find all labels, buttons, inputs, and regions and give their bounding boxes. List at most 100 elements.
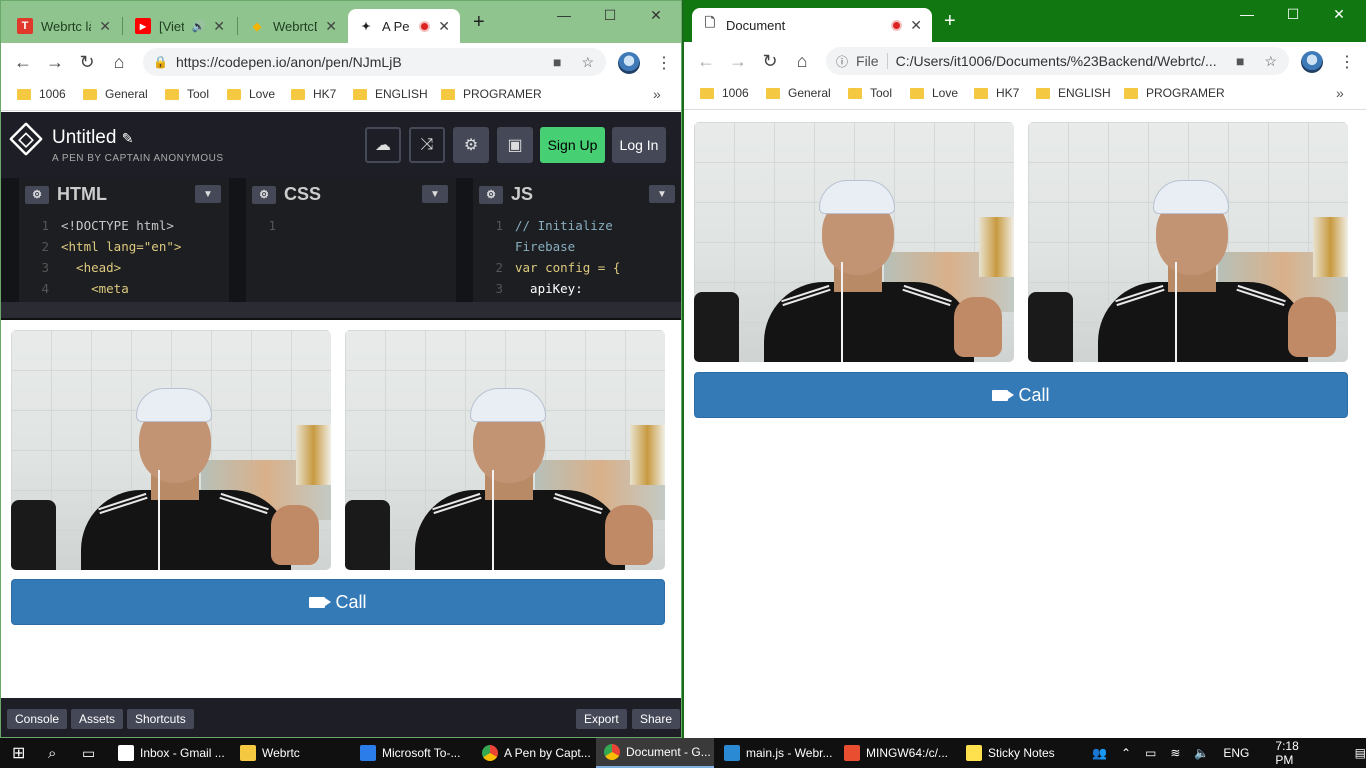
maximize-icon[interactable]: ☐ xyxy=(1270,6,1316,23)
search-button[interactable]: ⌕ xyxy=(40,738,74,768)
bookmark-folder[interactable]: 1006 xyxy=(700,86,749,100)
bookmark-folder[interactable]: PROGRAMER xyxy=(1124,86,1225,100)
bookmark-folder[interactable]: PROGRAMER xyxy=(441,87,542,101)
tab-codepen[interactable]: ✦ A Pe ✕ xyxy=(348,9,460,43)
taskbar-item-todo[interactable]: Microsoft To-... xyxy=(352,738,472,768)
camera-icon[interactable]: ■ xyxy=(553,54,561,70)
fork-button[interactable]: ⤨ xyxy=(409,127,445,163)
export-button[interactable]: Export xyxy=(576,709,627,729)
sign-up-button[interactable]: Sign Up xyxy=(540,127,605,163)
star-icon[interactable]: ☆ xyxy=(581,54,594,71)
taskbar-item-webrtc[interactable]: Webrtc xyxy=(232,738,350,768)
js-editor[interactable]: ⚙ JS ▼ 1// Initialize Firebase 2 var config… xyxy=(473,178,681,302)
share-button[interactable]: Share xyxy=(632,709,681,729)
css-editor[interactable]: ⚙ CSS ▼ 1 xyxy=(246,178,456,302)
close-tab-icon[interactable]: ✕ xyxy=(438,18,450,35)
close-tab-icon[interactable]: ✕ xyxy=(325,18,337,35)
menu-icon[interactable]: ⋮ xyxy=(656,53,672,73)
forward-icon[interactable]: → xyxy=(39,52,71,73)
chevron-down-icon[interactable]: ▼ xyxy=(649,185,675,203)
bookmark-folder[interactable]: General xyxy=(83,87,148,101)
bookmark-folder[interactable]: General xyxy=(766,86,831,100)
profile-avatar[interactable] xyxy=(1301,51,1323,73)
bookmark-folder[interactable]: ENGLISH xyxy=(1036,86,1111,100)
call-button[interactable]: Call xyxy=(694,372,1348,418)
shortcuts-button[interactable]: Shortcuts xyxy=(127,709,194,729)
star-icon[interactable]: ☆ xyxy=(1264,53,1277,70)
taskbar-item-sticky[interactable]: Sticky Notes xyxy=(958,738,1068,768)
tab-webrtcd[interactable]: ◆ WebrtcD ✕ xyxy=(239,9,347,43)
tab-youtube[interactable]: ▶ [Viet 🔊 ✕ xyxy=(125,9,235,43)
close-window-icon[interactable]: ✕ xyxy=(1316,6,1362,23)
close-tab-icon[interactable]: ✕ xyxy=(99,18,111,35)
bookmark-folder[interactable]: Tool xyxy=(165,87,209,101)
camera-icon[interactable]: ■ xyxy=(1236,53,1244,69)
speaker-icon[interactable]: 🔊 xyxy=(192,20,206,33)
taskbar-item-mingw[interactable]: MINGW64:/c/... xyxy=(836,738,956,768)
tab-document[interactable]: 🗋 Document ✕ xyxy=(692,8,932,42)
new-tab-icon[interactable]: + xyxy=(473,11,485,34)
browser-toolbar: ← → ↻ ⌂ 🔒 https://codepen.io/anon/pen/NJ… xyxy=(1,43,681,81)
gear-icon[interactable]: ⚙ xyxy=(479,185,503,204)
pencil-icon[interactable]: ✎ xyxy=(122,130,134,146)
resize-handle[interactable] xyxy=(1,302,681,320)
battery-icon[interactable]: ▭ xyxy=(1145,746,1156,760)
bookmark-folder[interactable]: ENGLISH xyxy=(353,87,428,101)
bookmark-folder[interactable]: 1006 xyxy=(17,87,66,101)
gear-icon[interactable]: ⚙ xyxy=(25,185,49,204)
home-icon[interactable]: ⌂ xyxy=(786,51,818,72)
bookmark-folder[interactable]: Love xyxy=(910,86,958,100)
info-icon[interactable]: ⓘ xyxy=(836,53,848,70)
profile-avatar[interactable] xyxy=(618,52,640,74)
forward-icon[interactable]: → xyxy=(722,51,754,72)
pen-title[interactable]: Untitled ✎ xyxy=(52,127,133,149)
bookmarks-overflow-icon[interactable]: » xyxy=(653,86,661,102)
bookmark-folder[interactable]: Love xyxy=(227,87,275,101)
cloud-save-button[interactable]: ☁ xyxy=(365,127,401,163)
bookmark-folder[interactable]: Tool xyxy=(848,86,892,100)
bookmark-folder[interactable]: HK7 xyxy=(291,87,336,101)
taskbar-item-codepen[interactable]: A Pen by Capt... xyxy=(474,738,594,768)
volume-icon[interactable]: 🔈 xyxy=(1194,746,1209,760)
call-button[interactable]: Call xyxy=(11,579,665,625)
taskbar-item-vscode[interactable]: main.js - Webr... xyxy=(716,738,834,768)
view-button[interactable]: ▣ xyxy=(497,127,533,163)
taskbar-item-document[interactable]: Document - G... xyxy=(596,738,714,768)
assets-button[interactable]: Assets xyxy=(71,709,124,729)
chevron-down-icon[interactable]: ▼ xyxy=(195,185,221,203)
html-editor[interactable]: ⚙ HTML ▼ 1 <!DOCTYPE html> 2 <html lang="en"… xyxy=(19,178,229,302)
start-button[interactable]: ⊞ xyxy=(4,738,40,768)
codepen-logo-icon[interactable] xyxy=(9,122,43,156)
bookmark-folder[interactable]: HK7 xyxy=(974,86,1019,100)
log-in-button[interactable]: Log In xyxy=(612,127,666,163)
reload-icon[interactable]: ↻ xyxy=(71,52,103,73)
taskbar-item-gmail[interactable]: Inbox - Gmail ... xyxy=(110,738,230,768)
chevron-down-icon[interactable]: ▼ xyxy=(422,185,448,203)
tab-webrtc[interactable]: T Webrtc lả ✕ xyxy=(7,9,121,43)
menu-icon[interactable]: ⋮ xyxy=(1339,52,1355,72)
home-icon[interactable]: ⌂ xyxy=(103,52,135,73)
address-bar[interactable]: 🔒 https://codepen.io/anon/pen/NJmLjB ■ ☆ xyxy=(143,48,606,76)
maximize-icon[interactable]: ☐ xyxy=(587,7,633,24)
settings-button[interactable]: ⚙ xyxy=(453,127,489,163)
close-window-icon[interactable]: ✕ xyxy=(633,7,679,24)
chevron-up-icon[interactable]: ⌃ xyxy=(1121,746,1131,760)
notifications-icon[interactable]: ▤ xyxy=(1355,746,1366,760)
wifi-icon[interactable]: ≋ xyxy=(1170,746,1180,760)
console-button[interactable]: Console xyxy=(7,709,68,729)
gear-icon[interactable]: ⚙ xyxy=(252,185,276,204)
people-icon[interactable]: 👥 xyxy=(1092,746,1107,760)
task-view-button[interactable]: ▭ xyxy=(74,738,108,768)
close-tab-icon[interactable]: ✕ xyxy=(910,17,922,34)
minimize-icon[interactable]: — xyxy=(1224,6,1270,23)
clock[interactable]: 7:18 PM xyxy=(1275,739,1318,767)
bookmarks-overflow-icon[interactable]: » xyxy=(1336,85,1344,101)
new-tab-icon[interactable]: + xyxy=(944,10,956,33)
language-indicator[interactable]: ENG xyxy=(1223,746,1249,760)
close-tab-icon[interactable]: ✕ xyxy=(213,18,225,35)
reload-icon[interactable]: ↻ xyxy=(754,51,786,72)
address-bar[interactable]: ⓘ File C:/Users/it1006/Documents/%23Back… xyxy=(826,47,1289,75)
back-icon[interactable]: ← xyxy=(7,52,39,73)
minimize-icon[interactable]: — xyxy=(541,7,587,24)
back-icon[interactable]: ← xyxy=(690,51,722,72)
